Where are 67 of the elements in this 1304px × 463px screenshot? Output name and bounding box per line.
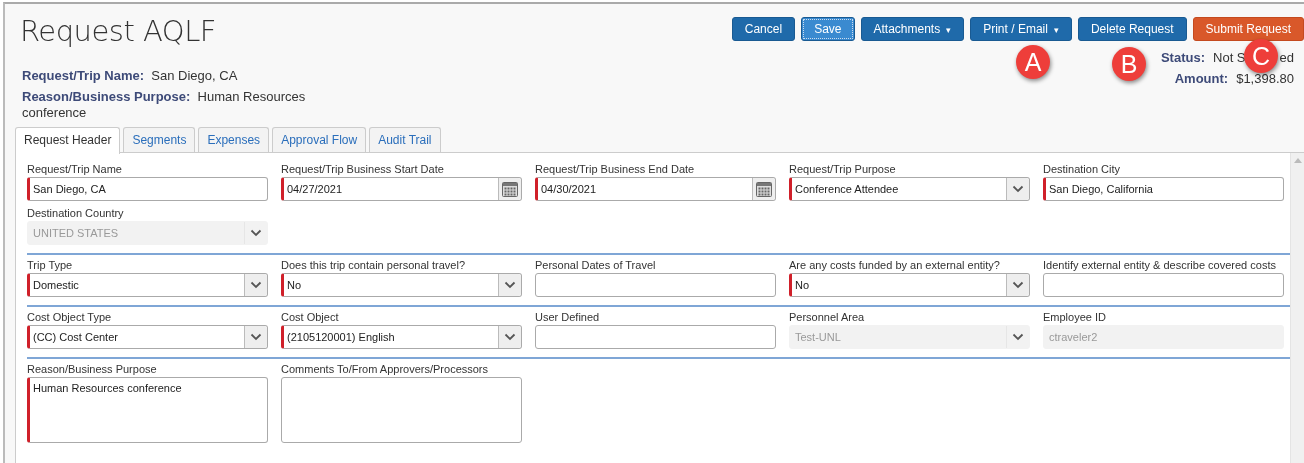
status-label: Status: (1160, 50, 1205, 65)
field-label: Personnel Area (789, 311, 866, 323)
scroll-up-icon[interactable] (1293, 158, 1302, 163)
chevron-icon (1012, 333, 1024, 341)
tab[interactable]: Audit Trail (369, 127, 441, 153)
field-label: Employee ID (1043, 311, 1107, 323)
amount-label: Amount: (1174, 71, 1229, 86)
action-button[interactable]: Cancel (731, 17, 796, 41)
action-button[interactable]: Print / Email ▾ (970, 17, 1072, 41)
page-title: Request AQLF (20, 14, 217, 48)
date-field[interactable]: 04/30/2021 (535, 177, 776, 201)
field-label: Destination Country (27, 207, 125, 219)
callout-marker: A (1016, 45, 1050, 79)
input-field[interactable] (535, 325, 776, 349)
field-label: Does this trip contain personal travel? (281, 259, 467, 271)
action-button[interactable]: Attachments ▾ (860, 17, 965, 41)
status-value: ed (1279, 50, 1294, 65)
action-button[interactable]: Save (801, 17, 855, 41)
input-field[interactable] (535, 273, 776, 297)
field-label: Request/Trip Name (27, 163, 123, 175)
field-label: Reason/Business Purpose (27, 363, 158, 375)
input-field[interactable] (1043, 273, 1284, 297)
dropdown-field[interactable]: (CC) Cost Center (27, 325, 268, 349)
field-label: Comments To/From Approvers/Processors (281, 363, 490, 375)
chevron-icon (504, 333, 516, 341)
chevron-icon (250, 281, 262, 289)
text-area[interactable]: Human Resources conference (27, 377, 268, 443)
summary-line: Reason/Business Purpose: Human Resources conference (22, 89, 307, 121)
field-label: Cost Object Type (27, 311, 113, 323)
action-button[interactable]: Delete Request (1077, 17, 1187, 41)
field-label: User Defined (535, 311, 601, 323)
calendar-icon[interactable] (756, 181, 772, 197)
chevron-icon (1012, 281, 1024, 289)
tab[interactable]: Approval Flow (272, 127, 367, 153)
field-label: Request/Trip Business Start Date (281, 163, 445, 175)
date-field[interactable]: 04/27/2021 (281, 177, 522, 201)
input-field[interactable]: San Diego, California (1043, 177, 1284, 201)
field-label: Personal Dates of Travel (535, 259, 657, 271)
field-label: Destination City (1043, 163, 1122, 175)
input-field[interactable]: San Diego, CA (27, 177, 268, 201)
calendar-icon[interactable] (502, 181, 518, 197)
field-label: Are any costs funded by an external entity? (789, 259, 1001, 271)
tab[interactable]: Expenses (198, 127, 270, 153)
dropdown-field[interactable]: Conference Attendee (789, 177, 1030, 201)
callout-marker: B (1112, 47, 1146, 81)
chevron-icon (1012, 185, 1024, 193)
action-button[interactable]: Submit Request (1192, 17, 1304, 41)
text-area[interactable] (281, 377, 522, 443)
tab[interactable]: Segments (123, 127, 196, 153)
dropdown-field[interactable]: No (789, 273, 1030, 297)
callout-marker: C (1244, 39, 1278, 73)
summary-line: Request/Trip Name: San Diego, CA (22, 68, 239, 84)
dropdown-field[interactable]: No (281, 273, 522, 297)
scrollbar[interactable] (1290, 153, 1304, 463)
chevron-icon (250, 333, 262, 341)
dropdown-field[interactable]: Domestic (27, 273, 268, 297)
dropdown-field[interactable]: (2105120001) English (281, 325, 522, 349)
amount-value: $1,398.80 (1236, 71, 1294, 86)
field-label: Trip Type (27, 259, 74, 271)
chevron-icon (250, 229, 262, 237)
field-label: Request/Trip Purpose (789, 163, 897, 175)
chevron-icon (504, 281, 516, 289)
status-value: Not S (1213, 50, 1246, 65)
tab[interactable]: Request Header (15, 127, 121, 154)
field-label: Request/Trip Business End Date (535, 163, 696, 175)
field-label: Identify external entity & describe covered costs (1043, 259, 1277, 271)
field-label: Cost Object (281, 311, 340, 323)
